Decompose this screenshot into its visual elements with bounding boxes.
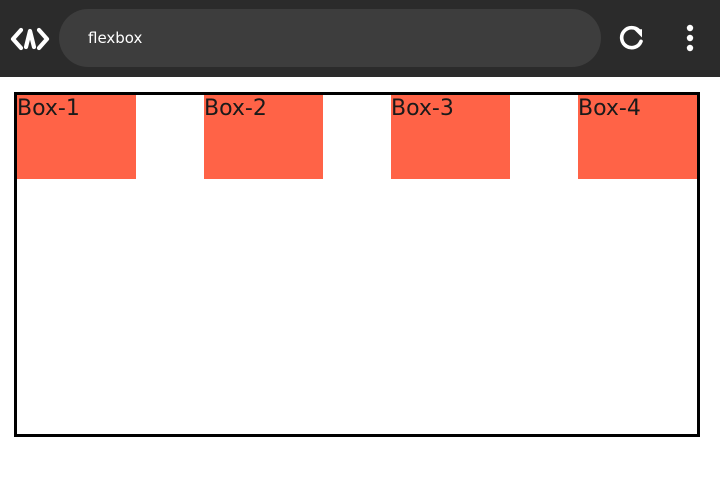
box-4: Box-4 xyxy=(578,95,697,179)
code-brackets-logo-icon[interactable] xyxy=(10,24,50,54)
reload-icon xyxy=(619,25,643,50)
box-3: Box-3 xyxy=(391,95,510,179)
box-1: Box-1 xyxy=(17,95,136,179)
browser-toolbar: flexbox xyxy=(0,0,720,77)
more-menu-button[interactable] xyxy=(669,17,711,59)
address-bar[interactable]: flexbox xyxy=(59,9,601,67)
address-text: flexbox xyxy=(88,28,143,47)
box-2: Box-2 xyxy=(204,95,323,179)
flex-container: Box-1 Box-2 Box-3 Box-4 xyxy=(14,92,700,437)
more-vertical-icon xyxy=(686,24,694,52)
reload-button[interactable] xyxy=(610,17,652,59)
